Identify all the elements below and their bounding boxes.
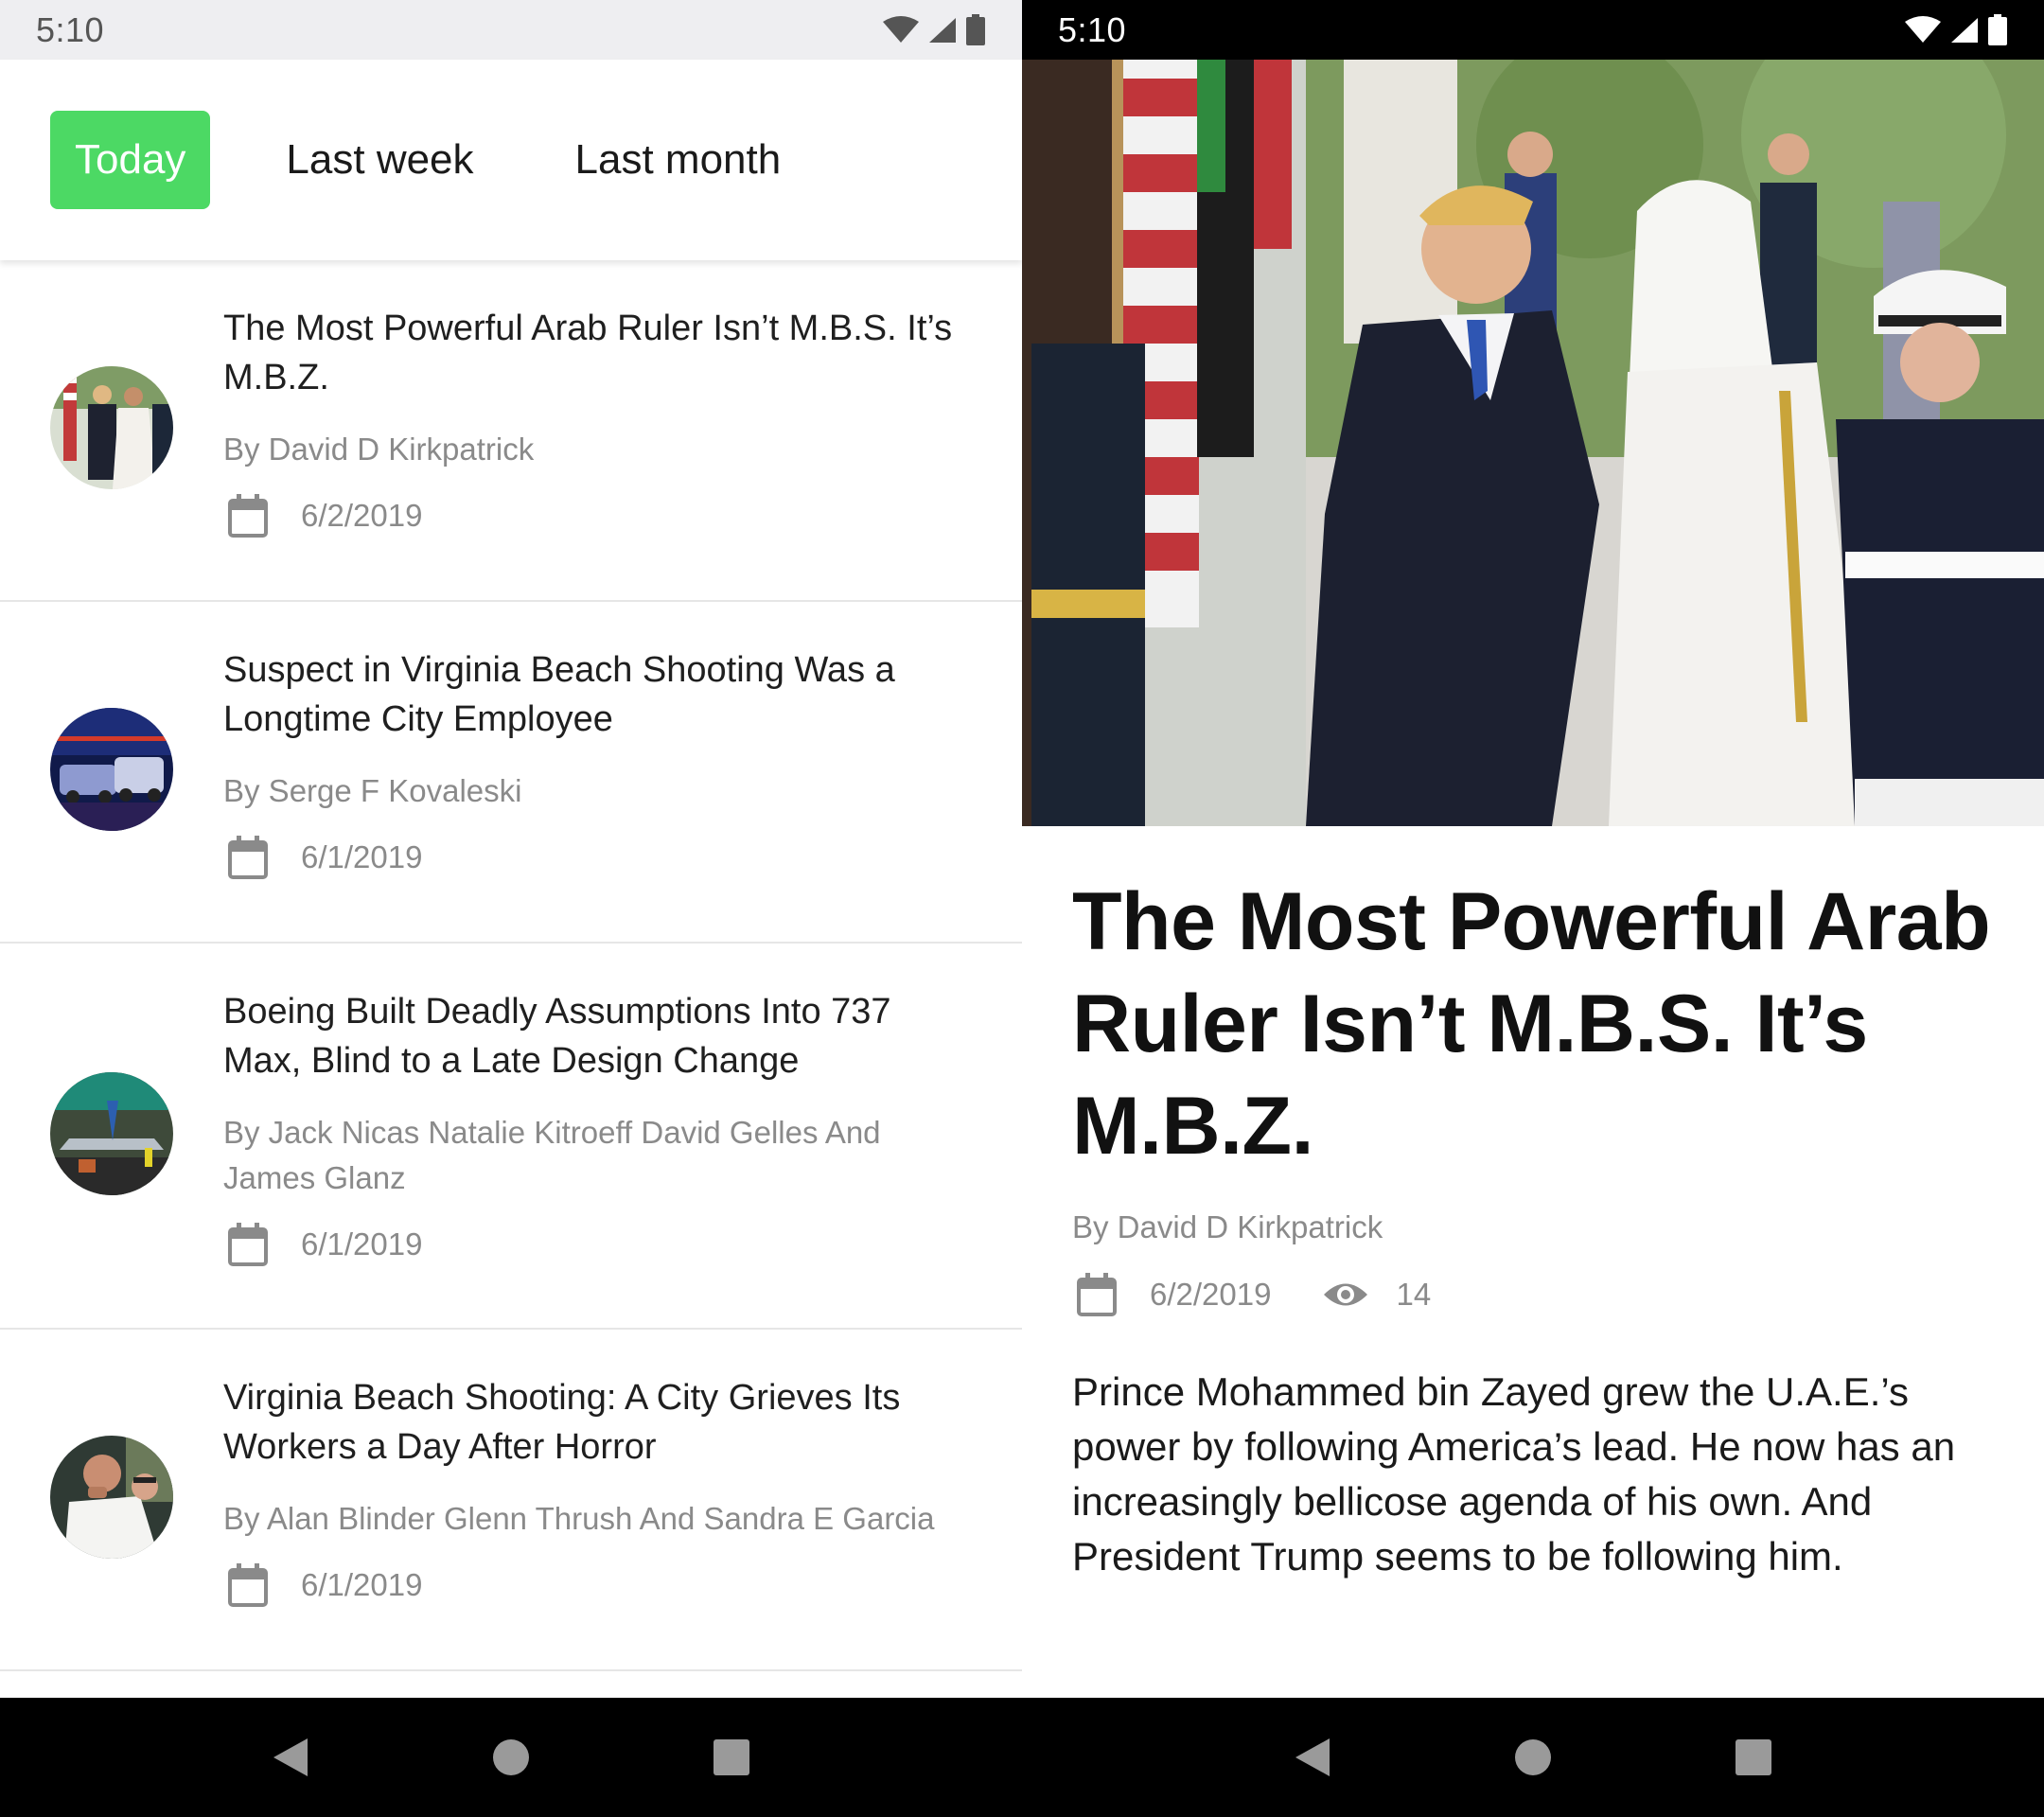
home-button[interactable]	[487, 1734, 535, 1781]
battery-icon	[966, 13, 985, 45]
calendar-icon	[228, 836, 268, 879]
article-view-count: 14	[1396, 1277, 1432, 1312]
article-item-body: Suspect in Virginia Beach Shooting Was a…	[223, 645, 975, 880]
article-detail-content: The Most Powerful Arab Ruler Isn’t M.B.S…	[1072, 871, 2009, 1584]
status-bar: 5:10	[1022, 0, 2044, 60]
back-button[interactable]	[1289, 1734, 1336, 1781]
status-time: 5:10	[1058, 9, 1127, 49]
article-meta-row: 6/2/2019 14	[1072, 1272, 2009, 1317]
back-button[interactable]	[267, 1734, 314, 1781]
article-item-body: Boeing Built Deadly Assumptions Into 737…	[223, 987, 975, 1267]
home-icon	[492, 1739, 529, 1775]
article-title: Virginia Beach Shooting: A City Grieves …	[223, 1378, 901, 1467]
back-icon	[273, 1738, 308, 1776]
article-list-screen: 5:10 Today Last week Last month The Most…	[0, 0, 1022, 1817]
home-icon	[1514, 1739, 1551, 1775]
article-date: 6/1/2019	[301, 839, 423, 874]
article-summary: Prince Mohammed bin Zayed grew the U.A.E…	[1072, 1369, 1956, 1579]
back-icon	[1295, 1738, 1330, 1776]
article-list-item[interactable]: The Most Powerful Arab Ruler Isn’t M.B.S…	[0, 260, 1022, 602]
article-hero-image	[1022, 60, 2044, 826]
article-thumbnail	[50, 366, 173, 489]
article-date-row: 6/1/2019	[223, 1222, 975, 1267]
article-title: The Most Powerful Arab Ruler Isn’t M.B.S…	[223, 309, 953, 397]
article-list: The Most Powerful Arab Ruler Isn’t M.B.S…	[0, 260, 1022, 1671]
navigation-bar	[1022, 1698, 2044, 1817]
recents-button[interactable]	[708, 1734, 755, 1781]
article-thumbnail	[50, 1072, 173, 1195]
recents-icon	[1736, 1739, 1772, 1775]
date-filter-bar: Today Last week Last month	[0, 60, 1022, 260]
article-item-body: The Most Powerful Arab Ruler Isn’t M.B.S…	[223, 304, 975, 538]
article-thumbnail	[50, 1436, 173, 1559]
article-date-row: 6/1/2019	[223, 835, 975, 880]
article-date-row: 6/1/2019	[223, 1562, 975, 1608]
article-author: By Alan Blinder Glenn Thrush And Sandra …	[223, 1501, 935, 1536]
eye-icon	[1324, 1283, 1368, 1306]
article-list-item[interactable]: Suspect in Virginia Beach Shooting Was a…	[0, 602, 1022, 944]
article-title: Suspect in Virginia Beach Shooting Was a…	[223, 650, 895, 739]
signal-icon	[929, 17, 956, 43]
article-headline: The Most Powerful Arab Ruler Isn’t M.B.S…	[1072, 876, 1991, 1172]
filter-last-week-tab[interactable]: Last week	[286, 111, 473, 209]
navigation-bar	[0, 1698, 1022, 1817]
recents-button[interactable]	[1730, 1734, 1777, 1781]
article-date: 6/2/2019	[301, 498, 423, 533]
article-detail-screen: 5:10 The Most Powerful Arab Ruler Isn’t …	[1022, 0, 2044, 1817]
calendar-icon	[228, 1223, 268, 1266]
status-bar: 5:10	[0, 0, 1022, 60]
article-date: 6/2/2019	[1150, 1277, 1272, 1312]
wifi-icon	[883, 15, 919, 43]
article-date: 6/1/2019	[301, 1226, 423, 1261]
article-thumbnail	[50, 708, 173, 831]
signal-icon	[1951, 17, 1978, 43]
wifi-icon	[1905, 15, 1941, 43]
recents-icon	[714, 1739, 750, 1775]
article-author: By Jack Nicas Natalie Kitroeff David Gel…	[223, 1115, 881, 1195]
article-author: By Serge F Kovaleski	[223, 773, 522, 808]
status-time: 5:10	[36, 9, 105, 49]
filter-last-month-tab[interactable]: Last month	[575, 111, 782, 209]
home-button[interactable]	[1509, 1734, 1557, 1781]
article-date: 6/1/2019	[301, 1567, 423, 1602]
battery-icon	[1988, 13, 2007, 45]
calendar-icon	[228, 494, 268, 538]
system-icons	[1904, 13, 2008, 46]
calendar-icon	[1077, 1273, 1117, 1316]
calendar-icon	[228, 1563, 268, 1607]
filter-today-tab[interactable]: Today	[50, 111, 211, 209]
article-date-row: 6/2/2019	[223, 493, 975, 538]
article-item-body: Virginia Beach Shooting: A City Grieves …	[223, 1373, 975, 1608]
system-icons	[882, 13, 986, 46]
article-author: By David D Kirkpatrick	[223, 432, 535, 467]
article-byline: By David D Kirkpatrick	[1072, 1209, 1383, 1244]
article-list-item[interactable]: Boeing Built Deadly Assumptions Into 737…	[0, 944, 1022, 1330]
article-title: Boeing Built Deadly Assumptions Into 737…	[223, 992, 891, 1081]
article-list-item[interactable]: Virginia Beach Shooting: A City Grieves …	[0, 1330, 1022, 1671]
